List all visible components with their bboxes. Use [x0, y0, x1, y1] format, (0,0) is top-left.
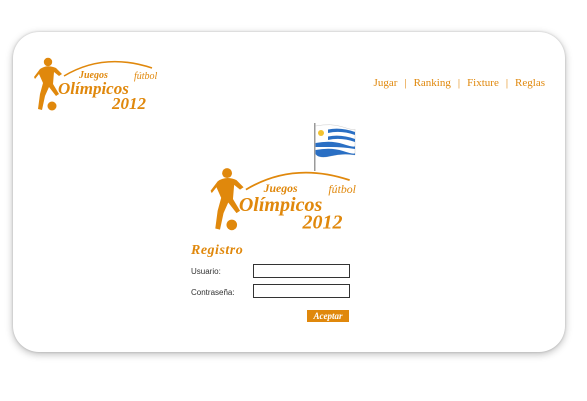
juegos-olimpicos-logo-large: Juegos fútbol Olímpicos 2012 — [210, 168, 357, 233]
logo-text-year: 2012 — [302, 211, 343, 233]
nav-fixture[interactable]: Fixture — [467, 77, 499, 89]
logo-text-year: 2012 — [111, 94, 147, 113]
logo-text-sport: fútbol — [328, 183, 356, 196]
usuario-label: Usuario: — [191, 267, 221, 276]
usuario-input[interactable] — [253, 264, 350, 278]
logo-text-sport: fútbol — [134, 71, 158, 82]
nav-jugar[interactable]: Jugar — [374, 77, 398, 89]
nav-ranking[interactable]: Ranking — [414, 77, 451, 89]
nav-separator: | — [404, 77, 407, 89]
uruguay-flag-icon — [314, 123, 356, 171]
nav-separator: | — [457, 77, 461, 89]
nav-separator: | — [505, 77, 509, 89]
aceptar-button[interactable]: Aceptar — [307, 310, 349, 322]
nav-reglas[interactable]: Reglas — [515, 77, 545, 89]
main-nav: Jugar | Ranking | Fixture | Reglas — [374, 77, 545, 89]
contrasena-label: Contraseña: — [191, 288, 235, 297]
contrasena-input[interactable] — [253, 284, 350, 298]
registro-title: Registro — [191, 243, 244, 258]
juegos-olimpicos-logo[interactable]: Juegos fútbol Olímpicos 2012 — [34, 56, 162, 113]
